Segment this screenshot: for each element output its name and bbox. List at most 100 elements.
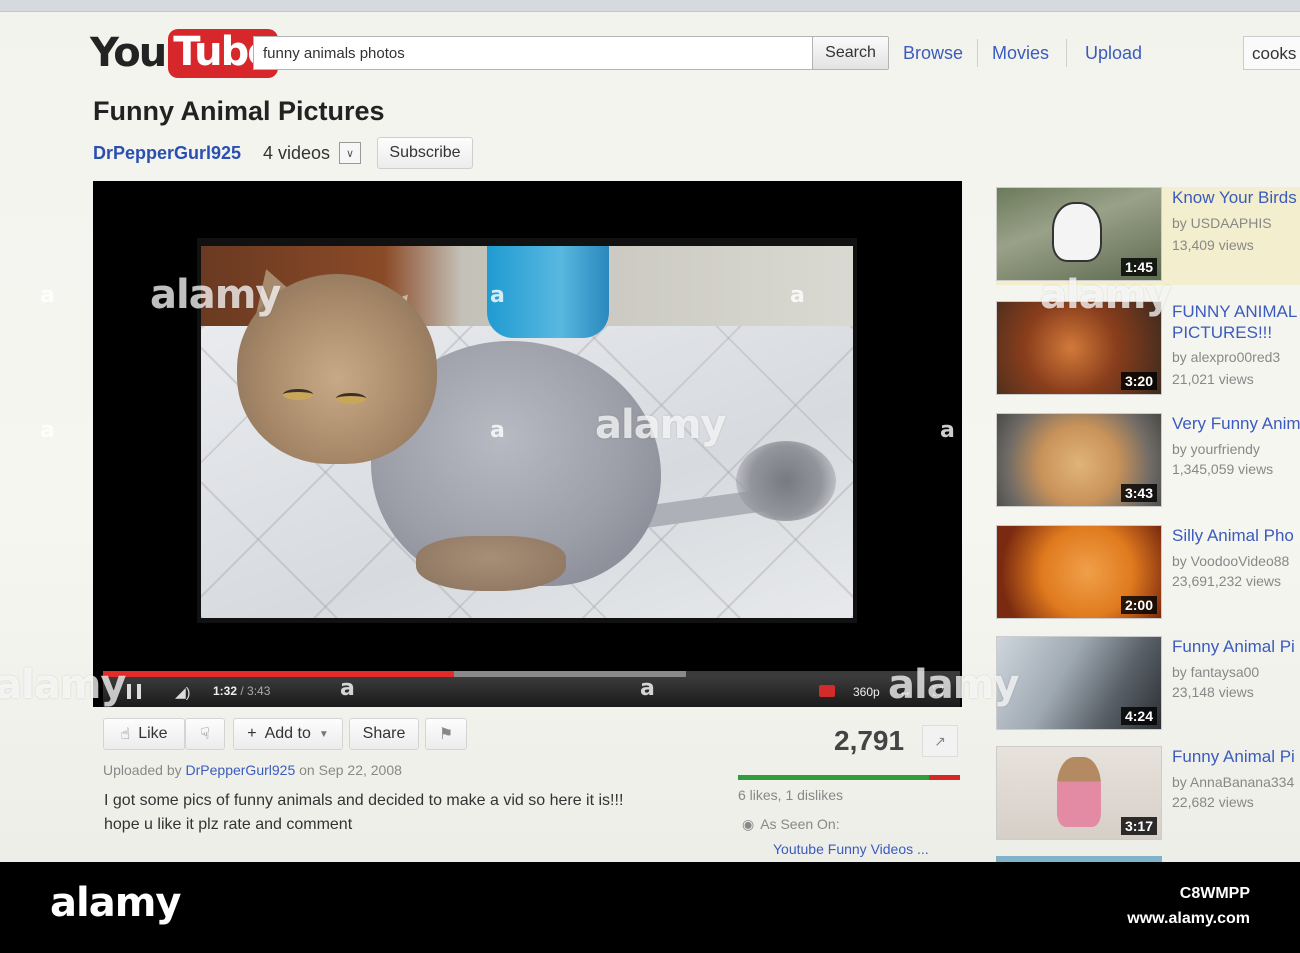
cat-eye: [283, 389, 313, 400]
dislike-button[interactable]: ☟: [185, 718, 225, 750]
cat-paws: [416, 536, 566, 591]
pause-icon[interactable]: [127, 684, 141, 699]
video-player[interactable]: ◢) 1:32 / 3:43 360p ↔ ⛶: [93, 181, 962, 707]
related-views: 23,691,232 views: [1172, 573, 1281, 589]
likes-dislikes-text: 6 likes, 1 dislikes: [738, 787, 844, 803]
nav-upload[interactable]: Upload: [1085, 43, 1142, 64]
share-button[interactable]: Share: [349, 718, 419, 750]
nav-browse[interactable]: Browse: [903, 43, 963, 64]
related-uploader: by VoodooVideo88: [1172, 553, 1290, 569]
user-account-button[interactable]: cooks: [1243, 36, 1300, 70]
related-title[interactable]: Silly Animal Pho: [1172, 525, 1300, 546]
youtube-logo[interactable]: You Tube: [90, 26, 279, 80]
related-video-item[interactable]: 4:24 Funny Animal Pi by fantaysa00 23,14…: [996, 636, 1300, 734]
video-duration: 3:17: [1120, 817, 1157, 835]
view-count: 2,791: [834, 725, 905, 756]
watermark: alamy: [150, 272, 281, 318]
upload-date: on Sep 22, 2008: [299, 762, 402, 778]
alamy-url: www.alamy.com: [1127, 910, 1250, 927]
related-video-item[interactable]: 3:17 Funny Animal Pi by AnnaBanana334 22…: [996, 746, 1300, 844]
like-button[interactable]: ☝ Like: [103, 718, 185, 750]
plus-icon: +: [247, 725, 257, 742]
as-seen-on: ◉ As Seen On:: [742, 816, 840, 833]
related-uploader: by AnnaBanana334: [1172, 774, 1295, 790]
nav-divider: [977, 39, 978, 67]
image-id: C8WMPP: [1179, 885, 1250, 902]
flag-button[interactable]: ⚑: [425, 718, 467, 750]
related-views: 13,409 views: [1172, 237, 1254, 253]
nav-movies[interactable]: Movies: [992, 43, 1049, 64]
related-title[interactable]: Funny Animal Pi: [1172, 636, 1300, 657]
related-views: 23,148 views: [1172, 684, 1254, 700]
chart-icon: ↗: [934, 732, 946, 749]
watermark-a-icon: a: [490, 283, 505, 308]
browser-screen: You Tube funny animals photos Search Bro…: [0, 0, 1300, 862]
search-input[interactable]: funny animals photos: [253, 36, 813, 70]
related-views: 21,021 views: [1172, 371, 1254, 387]
rooster-cartoon: [1052, 202, 1102, 262]
as-seen-on-link[interactable]: Youtube Funny Videos ...: [773, 841, 929, 857]
logo-you: You: [90, 30, 167, 76]
add-to-label: Add to: [264, 725, 311, 742]
watermark-a-icon: a: [340, 676, 355, 701]
thumbs-down-icon: ☟: [200, 726, 210, 743]
related-video-item[interactable]: 2:00 Silly Animal Pho by VoodooVideo88 2…: [996, 525, 1300, 623]
related-uploader: by fantaysa00: [1172, 664, 1260, 680]
related-title[interactable]: Very Funny Anim: [1172, 413, 1300, 434]
related-thumbnail[interactable]: 3:17: [996, 746, 1162, 840]
channel-dropdown-button[interactable]: ∨: [339, 142, 361, 164]
video-blue-bucket: [487, 246, 609, 338]
related-title[interactable]: Know Your Birds: [1172, 187, 1300, 208]
stats-button[interactable]: ↗: [922, 725, 958, 757]
uploader-link[interactable]: DrPepperGurl925: [186, 762, 296, 778]
related-video-item[interactable]: 3:43 Very Funny Anim by yourfriendy 1,34…: [996, 413, 1300, 511]
subscribe-button[interactable]: Subscribe: [377, 137, 473, 169]
related-thumbnail[interactable]: 2:00: [996, 525, 1162, 619]
current-time: 1:32: [213, 684, 238, 698]
channel-link[interactable]: DrPepperGurl925: [93, 143, 241, 164]
flag-icon: ⚑: [438, 726, 454, 743]
watermark-a-icon: a: [40, 418, 55, 443]
time-display: 1:32 / 3:43: [213, 684, 270, 698]
watermark: alamy: [0, 662, 126, 708]
volume-icon[interactable]: ◢): [175, 684, 190, 701]
related-views: 22,682 views: [1172, 794, 1254, 810]
quality-button[interactable]: 360p: [853, 685, 880, 699]
search-button[interactable]: Search: [812, 36, 889, 70]
chevron-down-icon: ∨: [345, 147, 355, 160]
browser-chrome-strip: [0, 0, 1300, 12]
related-title[interactable]: FUNNY ANIMAL PICTURES!!!: [1172, 301, 1300, 343]
like-label: Like: [138, 725, 168, 742]
costumed-dog: [1057, 757, 1101, 827]
related-thumbnail[interactable]: 3:43: [996, 413, 1162, 507]
related-thumbnail[interactable]: 4:24: [996, 636, 1162, 730]
cat-tail-tuft: [736, 441, 836, 521]
nav-divider: [1066, 39, 1067, 67]
description-line: hope u like it plz rate and comment: [104, 816, 353, 833]
related-thumbnail[interactable]: 1:45: [996, 187, 1162, 281]
add-to-button[interactable]: + Add to ▼: [233, 718, 343, 750]
video-description: I got some pics of funny animals and dec…: [104, 789, 704, 837]
related-title[interactable]: Funny Animal Pi: [1172, 746, 1300, 767]
related-video-item[interactable]: 1:45 Know Your Birds by USDAAPHIS 13,409…: [996, 187, 1300, 285]
description-line: I got some pics of funny animals and dec…: [104, 792, 624, 809]
video-frame[interactable]: [197, 238, 857, 623]
annotations-icon[interactable]: [819, 685, 835, 697]
thumbs-up-icon: ☝: [120, 726, 131, 743]
watermark-a-icon: a: [790, 283, 805, 308]
video-duration: 3:43: [1120, 484, 1157, 502]
related-uploader: by alexpro00red3: [1172, 349, 1281, 365]
related-uploader: by USDAAPHIS: [1172, 215, 1272, 231]
video-title: Funny Animal Pictures: [93, 96, 385, 126]
channel-video-count: 4 videos: [263, 143, 331, 163]
watermark-a-icon: a: [40, 283, 55, 308]
related-uploader: by yourfriendy: [1172, 441, 1260, 457]
video-duration: 4:24: [1120, 707, 1157, 725]
rating-likes-fill: [738, 775, 929, 780]
related-views: 1,345,059 views: [1172, 461, 1274, 477]
as-seen-on-label: As Seen On:: [760, 816, 840, 832]
player-controls: ◢) 1:32 / 3:43 360p ↔ ⛶: [103, 677, 960, 707]
watermark-a-icon: a: [640, 676, 655, 701]
cat-eye: [336, 393, 366, 404]
watermark-a-icon: a: [490, 418, 505, 443]
